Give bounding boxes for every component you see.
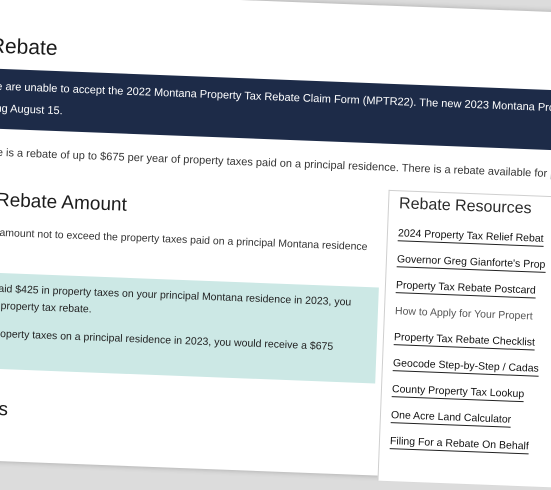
intro-paragraph: te is a rebate of up to $675 per year of… <box>0 146 551 181</box>
rebate-amount-text: n amount not to exceed the property taxe… <box>0 226 368 254</box>
sidebar-link-checklist[interactable]: Property Tax Rebate Checklist <box>393 331 536 351</box>
sidebar-link-geocode[interactable]: Geocode Step-by-Step / Cadas <box>392 357 540 377</box>
example-callout: paid $425 in property taxes on your prin… <box>0 271 379 384</box>
notice-banner: e are unable to accept the 2022 Montana … <box>0 67 551 153</box>
page-sheet: Rebate e are unable to accept the 2022 M… <box>0 0 551 490</box>
sidebar-link-one-acre[interactable]: One Acre Land Calculator <box>390 409 512 428</box>
sidebar-link-2024-relief[interactable]: 2024 Property Tax Relief Rebat <box>397 227 544 247</box>
sidebar-link-filing-behalf[interactable]: Filing For a Rebate On Behalf <box>389 435 530 455</box>
rebate-resources-sidebar: Rebate Resources 2024 Property Tax Relie… <box>377 189 551 490</box>
callout-line-2: 5 property tax rebate. <box>0 299 92 316</box>
sidebar-link-postcard[interactable]: Property Tax Rebate Postcard <box>395 279 536 299</box>
sidebar-link-county-lookup[interactable]: County Property Tax Lookup <box>391 383 525 403</box>
sidebar-title: Rebate Resources <box>398 195 532 218</box>
page-title: Rebate <box>0 34 58 61</box>
notice-text-line2: ng August 15. <box>0 102 63 118</box>
notice-text-line1: e are unable to accept the 2022 Montana … <box>0 80 551 115</box>
rebate-amount-heading: Rebate Amount <box>0 189 128 216</box>
section-heading-bottom: ns <box>0 398 9 421</box>
sidebar-link-governor[interactable]: Governor Greg Gianforte's Prop <box>396 253 546 273</box>
sidebar-item-how-to-apply: How to Apply for Your Propert <box>394 305 533 323</box>
callout-line-3: property taxes on a principal residence … <box>0 327 334 353</box>
